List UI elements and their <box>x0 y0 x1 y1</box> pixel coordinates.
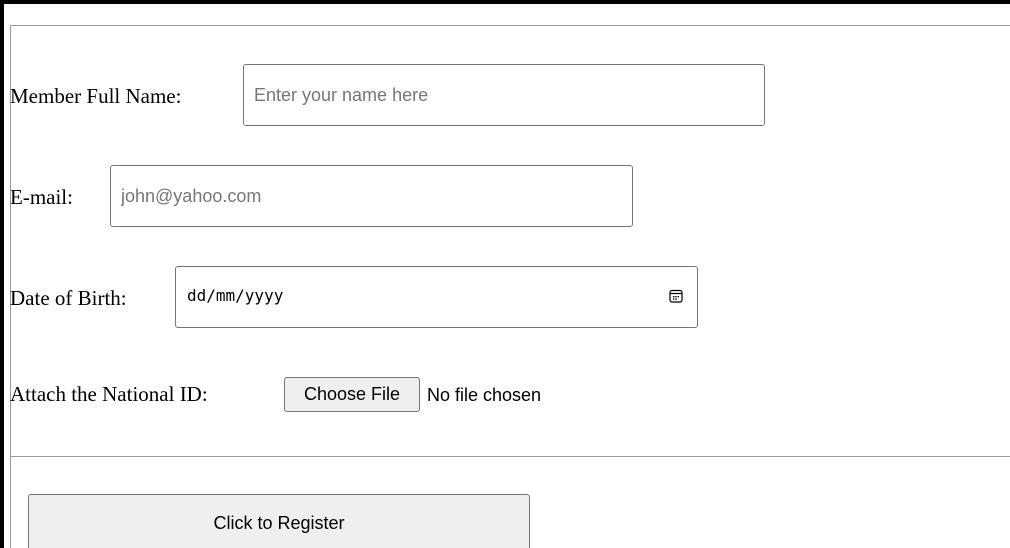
dob-label: Date of Birth: <box>10 286 127 310</box>
fieldset-bottom-border <box>10 456 1010 457</box>
choose-file-button[interactable]: Choose File <box>284 377 420 412</box>
window-edge-left <box>0 0 4 548</box>
email-input[interactable] <box>110 165 633 227</box>
fieldset-top-border <box>10 25 1010 26</box>
file-status-text: No file chosen <box>427 385 542 405</box>
calendar-icon[interactable] <box>669 289 683 303</box>
national-id-label: Attach the National ID: <box>10 382 208 406</box>
dob-placeholder-text: dd/mm/yyyy <box>187 286 284 305</box>
email-label: E-mail: <box>10 185 73 209</box>
register-button[interactable]: Click to Register <box>28 494 530 548</box>
dob-input[interactable]: dd/mm/yyyy <box>175 266 698 328</box>
window-edge-top <box>0 0 1010 4</box>
full-name-input[interactable] <box>243 64 765 126</box>
register-button-label: Click to Register <box>213 513 345 533</box>
full-name-label: Member Full Name: <box>10 84 182 108</box>
registration-form: Member Full Name: E-mail: Date of Birth:… <box>0 0 1010 548</box>
